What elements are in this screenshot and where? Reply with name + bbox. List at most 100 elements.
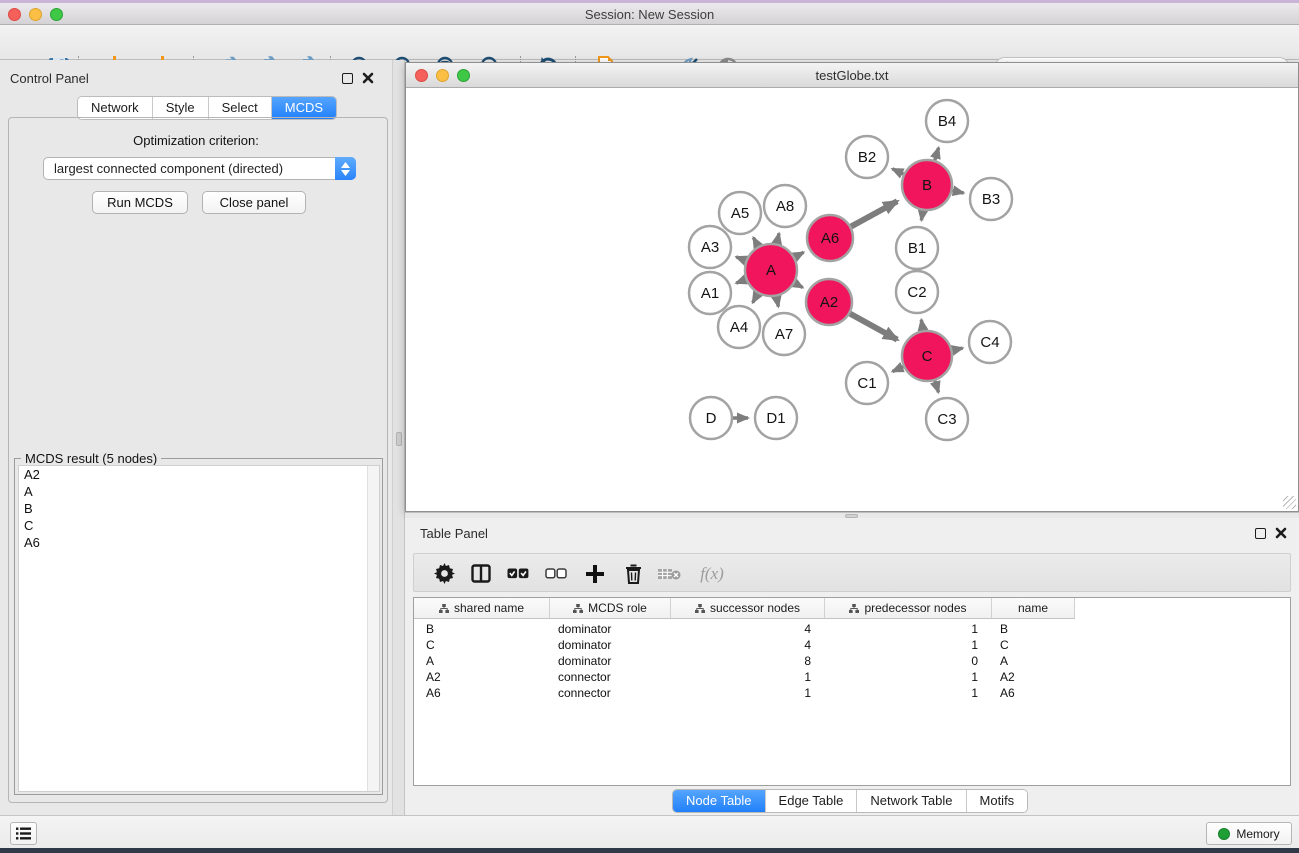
scrollbar-track[interactable] [367, 466, 379, 791]
float-panel-icon[interactable] [1255, 528, 1266, 539]
table-cell[interactable]: A [992, 653, 1075, 669]
table-settings-button[interactable] [429, 561, 459, 586]
table-cell[interactable]: A6 [992, 685, 1075, 701]
close-panel-icon[interactable] [1275, 527, 1287, 539]
table-cell[interactable]: dominator [550, 653, 671, 669]
table-cell[interactable]: B [414, 621, 550, 637]
table-cell[interactable]: 1 [671, 685, 825, 701]
graph-edge[interactable] [736, 280, 746, 284]
table-cell[interactable]: 8 [671, 653, 825, 669]
table-cell[interactable]: C [992, 637, 1075, 653]
mcds-result-item[interactable]: A6 [19, 534, 379, 551]
network-window-titlebar[interactable]: testGlobe.txt [406, 63, 1298, 88]
table-cell[interactable]: B [992, 621, 1075, 637]
unselect-all-button[interactable] [541, 561, 571, 586]
float-panel-icon[interactable] [342, 73, 353, 84]
tab-style[interactable]: Style [152, 97, 208, 119]
graph-edge[interactable] [921, 320, 923, 331]
close-panel-icon[interactable] [362, 72, 374, 84]
tab-node-table[interactable]: Node Table [673, 790, 765, 812]
table-cell[interactable]: A2 [992, 669, 1075, 685]
table-row[interactable]: Adominator80A [414, 653, 1075, 669]
table-cell[interactable]: connector [550, 685, 671, 701]
table-cell[interactable]: connector [550, 669, 671, 685]
show-tasks-button[interactable] [10, 822, 37, 845]
vertical-splitter[interactable] [392, 60, 405, 815]
table-cell[interactable]: A6 [414, 685, 550, 701]
graph-edge[interactable] [753, 294, 758, 303]
tab-mcds[interactable]: MCDS [271, 97, 336, 119]
graph-edge[interactable] [892, 169, 903, 174]
function-builder-button[interactable]: f(x) [692, 561, 732, 586]
table-row[interactable]: Bdominator41B [414, 621, 1075, 637]
table-cell[interactable]: dominator [550, 621, 671, 637]
graph-edge[interactable] [753, 238, 758, 247]
column-header-mcds-role[interactable]: MCDS role [550, 598, 671, 618]
select-all-button[interactable] [503, 561, 533, 586]
graph-edge[interactable] [851, 201, 897, 226]
graph-edge[interactable] [795, 252, 804, 257]
graph-edge[interactable] [893, 367, 904, 372]
select-columns-button[interactable] [466, 561, 496, 586]
network-canvas[interactable]: AA1A2A3A4A5A6A7A8BB1B2B3B4CC1C2C3C4DD1 [406, 89, 1298, 511]
memory-status-icon [1218, 828, 1230, 840]
close-panel-button[interactable]: Close panel [202, 191, 306, 214]
graph-node-label: D1 [766, 410, 785, 427]
table-cell[interactable]: 1 [825, 669, 992, 685]
graph-edge[interactable] [935, 381, 939, 393]
tab-edge-table[interactable]: Edge Table [765, 790, 857, 812]
graph-node-label: A3 [701, 239, 719, 256]
run-mcds-button[interactable]: Run MCDS [92, 191, 188, 214]
tab-select[interactable]: Select [208, 97, 271, 119]
node-table: shared name MCDS role successor nodes prede… [413, 597, 1291, 786]
column-header-label: shared name [454, 601, 524, 615]
splitter-handle[interactable] [396, 432, 402, 446]
create-column-button[interactable] [580, 561, 610, 586]
graph-node-label: B1 [908, 240, 926, 257]
tab-motifs[interactable]: Motifs [966, 790, 1028, 812]
table-row[interactable]: Cdominator41C [414, 637, 1075, 653]
mcds-result-item[interactable]: B [19, 500, 379, 517]
table-cell[interactable]: 1 [825, 637, 992, 653]
table-cell[interactable]: A2 [414, 669, 550, 685]
table-cell[interactable]: C [414, 637, 550, 653]
table-cell[interactable]: dominator [550, 637, 671, 653]
table-row[interactable]: A2connector11A2 [414, 669, 1075, 685]
optimization-criterion-select[interactable]: largest connected component (directed) [43, 157, 356, 180]
graph-edge[interactable] [952, 191, 963, 193]
table-cell[interactable]: 1 [825, 621, 992, 637]
table-cell[interactable]: A [414, 653, 550, 669]
resize-grip[interactable] [1283, 496, 1296, 509]
delete-column-button[interactable] [618, 561, 648, 586]
mcds-result-item[interactable]: A [19, 483, 379, 500]
mcds-result-item[interactable]: C [19, 517, 379, 534]
delete-table-icon [657, 567, 681, 581]
column-header-shared-name[interactable]: shared name [414, 598, 550, 618]
table-cell[interactable]: 1 [671, 669, 825, 685]
graph-edge[interactable] [736, 257, 746, 261]
graph-edge[interactable] [952, 348, 962, 350]
graph-edge[interactable] [776, 297, 778, 307]
graph-edge[interactable] [921, 211, 923, 221]
tab-network-table[interactable]: Network Table [856, 790, 965, 812]
mcds-result-item[interactable]: A2 [19, 466, 379, 483]
graph-edge[interactable] [935, 148, 939, 161]
table-row[interactable]: A6connector11A6 [414, 685, 1075, 701]
table-cell[interactable]: 4 [671, 621, 825, 637]
table-cell[interactable]: 0 [825, 653, 992, 669]
delete-table-button[interactable] [654, 561, 684, 586]
graph-edge[interactable] [850, 314, 897, 340]
table-cell[interactable]: 4 [671, 637, 825, 653]
column-header-successor-nodes[interactable]: successor nodes [671, 598, 825, 618]
graph-node-label: B4 [938, 113, 956, 130]
memory-button[interactable]: Memory [1206, 822, 1292, 845]
gear-icon [434, 563, 455, 584]
column-header-label: successor nodes [710, 601, 800, 615]
graph-edge[interactable] [795, 283, 803, 288]
graph-edge[interactable] [777, 233, 779, 243]
tab-network[interactable]: Network [78, 97, 152, 119]
column-header-name[interactable]: name [992, 598, 1075, 618]
table-cell[interactable]: 1 [825, 685, 992, 701]
column-header-predecessor-nodes[interactable]: predecessor nodes [825, 598, 992, 618]
mcds-result-list[interactable]: A2ABCA6 [18, 465, 380, 792]
